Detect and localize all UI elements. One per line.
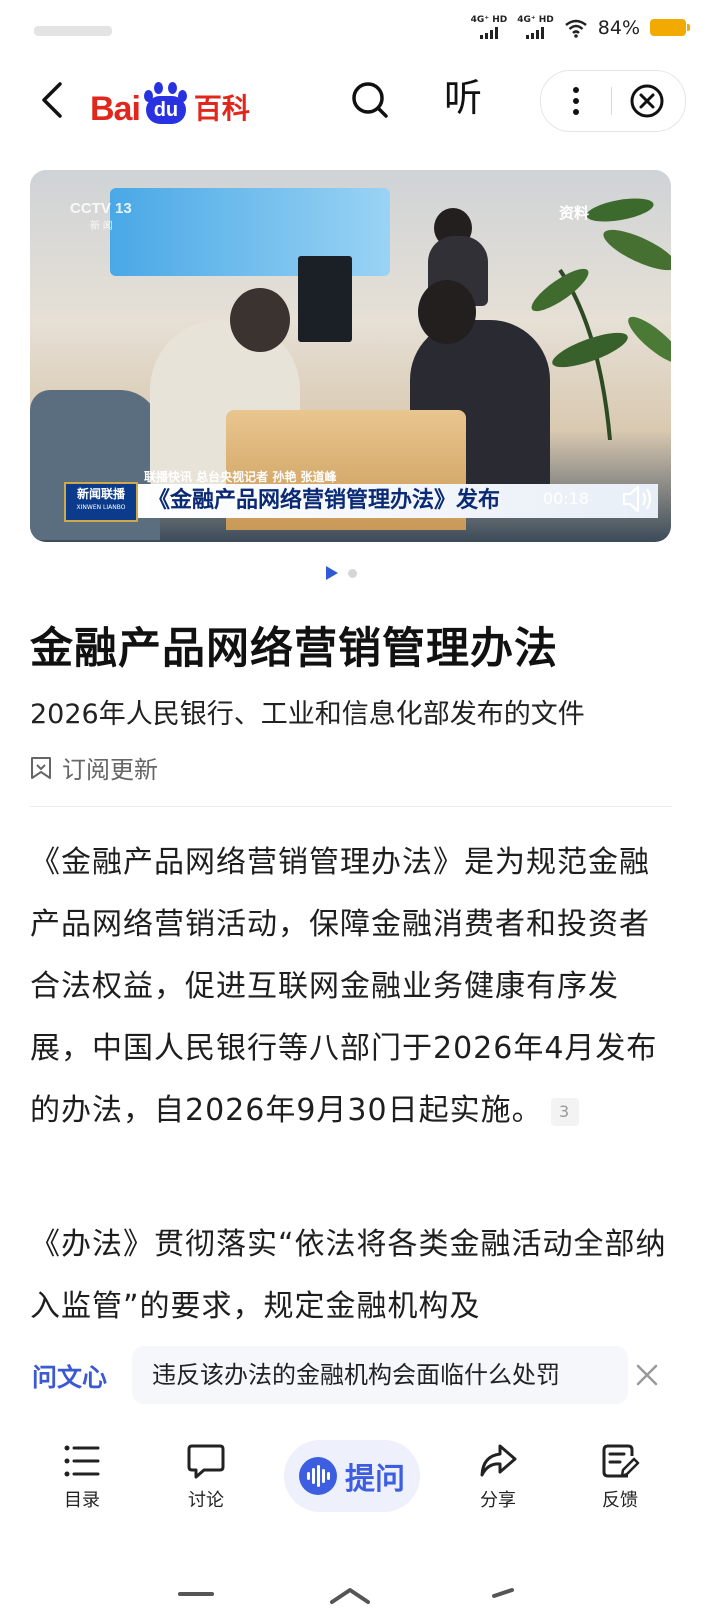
system-nav-bar xyxy=(178,1588,514,1604)
page-subtitle: 2026年人民银行、工业和信息化部发布的文件 xyxy=(30,699,585,730)
catalog-button[interactable]: 目录 xyxy=(42,1442,122,1512)
back-nav-icon xyxy=(492,1588,514,1598)
customer-head xyxy=(230,288,290,352)
caption-small: 联播快讯 总台央视记者 孙艳 张道峰 xyxy=(144,470,337,484)
mini-program-capsule xyxy=(540,70,686,132)
chat-bubble-icon xyxy=(187,1444,225,1479)
notification-area xyxy=(34,26,112,36)
discuss-button[interactable]: 讨论 xyxy=(166,1442,246,1512)
hero-video[interactable]: CCTV 13 新 闻 资料 新闻联播 XINWEN LIANBO 联播快讯 总… xyxy=(30,170,671,542)
carousel-dot xyxy=(348,568,357,578)
signal-icon: 4G⁺ HD xyxy=(471,16,507,39)
feedback-button[interactable]: 反馈 xyxy=(580,1442,660,1512)
close-icon[interactable] xyxy=(634,1362,660,1388)
signal-icon-2: 4G⁺ HD xyxy=(517,16,554,39)
video-timer: 00:18 xyxy=(542,489,589,508)
list-icon xyxy=(64,1445,100,1477)
monitor xyxy=(298,256,352,342)
status-icons: 4G⁺ HD 4G⁺ HD 84% xyxy=(471,16,690,39)
citation-badge[interactable]: 3 xyxy=(550,1097,579,1126)
top-nav: Bai du 百科 听 xyxy=(0,60,720,140)
play-indicator-icon xyxy=(326,566,338,580)
page-title: 金融产品网络营销管理办法 xyxy=(30,624,558,674)
search-icon[interactable] xyxy=(348,78,392,122)
back-arrow-icon[interactable] xyxy=(34,78,74,122)
close-circle-icon[interactable] xyxy=(629,83,665,119)
baidu-baike-logo[interactable]: Bai du 百科 xyxy=(90,82,250,126)
volume-icon[interactable] xyxy=(621,484,653,514)
capsule-divider xyxy=(611,87,612,115)
suggested-question[interactable]: 违反该办法的金融机构会面临什么处罚 xyxy=(132,1346,628,1404)
wifi-icon xyxy=(564,19,587,38)
article-paragraph: 《金融产品网络营销管理办法》是为规范金融产品网络营销活动，保障金融消费者和投资者… xyxy=(30,845,658,1128)
share-button[interactable]: 分享 xyxy=(458,1442,538,1512)
feedback-edit-icon xyxy=(602,1444,640,1478)
subscribe-label: 订阅更新 xyxy=(62,756,158,784)
listen-button[interactable]: 听 xyxy=(444,74,482,122)
carousel-indicator[interactable] xyxy=(326,566,357,580)
program-logo: 新闻联播 XINWEN LIANBO xyxy=(64,482,138,522)
battery-icon xyxy=(650,19,690,36)
more-vert-icon[interactable] xyxy=(571,85,581,117)
cctv-watermark: CCTV 13 新 闻 xyxy=(70,200,132,232)
ask-button[interactable]: 提问 xyxy=(284,1440,420,1512)
divider xyxy=(30,806,672,807)
clerk-head xyxy=(418,280,476,344)
plant xyxy=(531,198,671,440)
bottom-toolbar: 目录 讨论 提问 分享 反馈 xyxy=(0,1424,720,1544)
archive-tag: 资料 xyxy=(558,204,589,222)
voice-wave-icon xyxy=(299,1457,337,1495)
paw-icon: du xyxy=(140,82,192,126)
share-arrow-icon xyxy=(480,1444,517,1477)
status-bar: 4G⁺ HD 4G⁺ HD 84% xyxy=(0,0,720,60)
home-nav-icon xyxy=(330,1588,370,1604)
subscribe-button[interactable]: 订阅更新 xyxy=(30,750,158,785)
wenxin-brand: 问文心 xyxy=(32,1363,108,1392)
bookmark-icon xyxy=(31,756,51,779)
ai-suggestion-bar: 问文心 违反该办法的金融机构会面临什么处罚 xyxy=(0,1340,720,1410)
battery-percent: 84% xyxy=(597,16,640,39)
article-paragraph-2: 《办法》贯彻落实“依法将各类金融活动全部纳入监管”的要求，规定金融机构及 xyxy=(30,1227,667,1324)
